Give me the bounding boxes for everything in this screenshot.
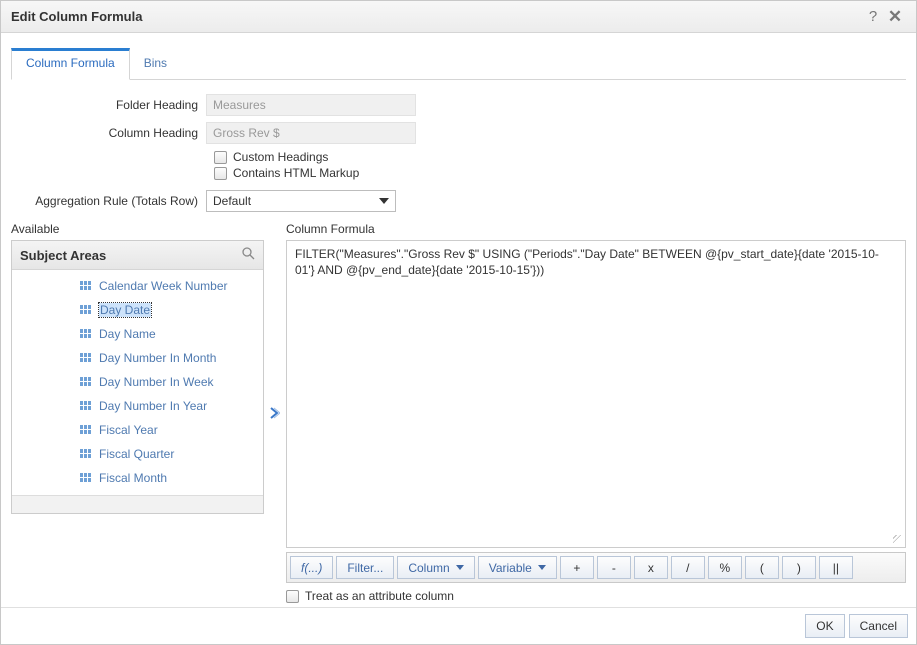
column-icon [80, 353, 93, 364]
tab-column-formula[interactable]: Column Formula [11, 48, 130, 80]
tree-item-label: Calendar Week Number [99, 279, 228, 293]
column-icon [80, 305, 93, 316]
column-icon [80, 281, 93, 292]
close-icon[interactable]: ✕ [884, 6, 906, 28]
cancel-button[interactable]: Cancel [849, 614, 908, 638]
form-area: Folder Heading Column Heading Custom Hea… [11, 80, 906, 222]
custom-headings-label: Custom Headings [233, 150, 328, 164]
subject-areas-title: Subject Areas [20, 248, 106, 263]
chevron-down-icon [456, 565, 464, 570]
column-formula-textarea[interactable]: FILTER("Measures"."Gross Rev $" USING ("… [286, 240, 906, 548]
column-icon [80, 377, 93, 388]
treat-attribute-checkbox[interactable] [286, 590, 299, 603]
tab-bins[interactable]: Bins [130, 48, 181, 80]
formula-panel: Column Formula FILTER("Measures"."Gross … [286, 222, 906, 603]
tree-item-label: Fiscal Year [99, 423, 158, 437]
tree-item-label: Day Name [99, 327, 156, 341]
dialog-footer: OK Cancel [1, 607, 916, 644]
tree-item-label: Fiscal Quarter [99, 447, 174, 461]
column-formula-text: FILTER("Measures"."Gross Rev $" USING ("… [295, 247, 879, 277]
function-button[interactable]: f(...) [290, 556, 333, 579]
subject-tree[interactable]: Calendar Week Number Day Date Day Name Day … [12, 270, 263, 495]
column-icon [80, 401, 93, 412]
tree-item[interactable]: Day Date [12, 298, 263, 322]
tree-item-label: Day Number In Week [99, 375, 214, 389]
column-heading-input [206, 122, 416, 144]
column-icon [80, 329, 93, 340]
plus-button[interactable]: + [560, 556, 594, 579]
tree-item[interactable]: Day Number In Year [12, 394, 263, 418]
column-icon [80, 473, 93, 484]
help-icon[interactable]: ? [862, 6, 884, 28]
shuttle-right-button[interactable] [264, 222, 286, 603]
treat-attribute-label: Treat as an attribute column [305, 589, 454, 603]
lparen-button[interactable]: ( [745, 556, 779, 579]
resize-handle-icon[interactable] [893, 535, 903, 545]
tree-item[interactable]: Fiscal Quarter [12, 442, 263, 466]
column-button[interactable]: Column [397, 556, 474, 579]
tree-item[interactable]: Fiscal Month [12, 466, 263, 490]
available-label: Available [11, 222, 264, 236]
aggregation-label: Aggregation Rule (Totals Row) [11, 194, 206, 208]
mid-area: Available Subject Areas Calendar Week Nu… [11, 222, 906, 603]
minus-button[interactable]: - [597, 556, 631, 579]
contains-html-checkbox[interactable] [214, 167, 227, 180]
tree-item-label: Day Number In Year [99, 399, 207, 413]
edit-column-formula-dialog: Edit Column Formula ? ✕ Column Formula B… [0, 0, 917, 645]
divide-button[interactable]: / [671, 556, 705, 579]
aggregation-value: Default [213, 194, 251, 208]
chevron-down-icon [538, 565, 546, 570]
concat-button[interactable]: || [819, 556, 853, 579]
column-icon [80, 425, 93, 436]
dialog-body: Column Formula Bins Folder Heading Colum… [1, 33, 916, 607]
tree-item-label: Day Number In Month [99, 351, 216, 365]
rparen-button[interactable]: ) [782, 556, 816, 579]
horizontal-scrollbar[interactable] [12, 495, 263, 513]
filter-button[interactable]: Filter... [336, 556, 394, 579]
tree-item-label: Day Date [99, 303, 151, 317]
folder-heading-input [206, 94, 416, 116]
dialog-title: Edit Column Formula [11, 9, 862, 24]
subject-areas-header: Subject Areas [12, 241, 263, 270]
custom-headings-checkbox[interactable] [214, 151, 227, 164]
variable-button[interactable]: Variable [478, 556, 557, 579]
tree-item-label: Fiscal Month [99, 471, 167, 485]
percent-button[interactable]: % [708, 556, 742, 579]
tree-item[interactable]: Day Number In Month [12, 346, 263, 370]
column-formula-label: Column Formula [286, 222, 906, 236]
column-icon [80, 449, 93, 460]
aggregation-select[interactable]: Default [206, 190, 396, 212]
folder-heading-label: Folder Heading [11, 98, 206, 112]
subject-areas-panel: Subject Areas Calendar Week Number Day Da… [11, 240, 264, 514]
contains-html-label: Contains HTML Markup [233, 166, 359, 180]
search-icon[interactable] [242, 247, 255, 263]
available-panel: Available Subject Areas Calendar Week Nu… [11, 222, 264, 603]
ok-button[interactable]: OK [805, 614, 844, 638]
tree-item[interactable]: Day Name [12, 322, 263, 346]
tree-item[interactable]: Fiscal Year [12, 418, 263, 442]
tabstrip: Column Formula Bins [11, 47, 906, 80]
tree-item[interactable]: Day Number In Week [12, 370, 263, 394]
column-heading-label: Column Heading [11, 126, 206, 140]
titlebar: Edit Column Formula ? ✕ [1, 1, 916, 33]
tree-item[interactable]: Calendar Week Number [12, 274, 263, 298]
chevron-down-icon [379, 198, 389, 204]
formula-toolbar: f(...) Filter... Column Variable + - x /… [286, 552, 906, 583]
multiply-button[interactable]: x [634, 556, 668, 579]
